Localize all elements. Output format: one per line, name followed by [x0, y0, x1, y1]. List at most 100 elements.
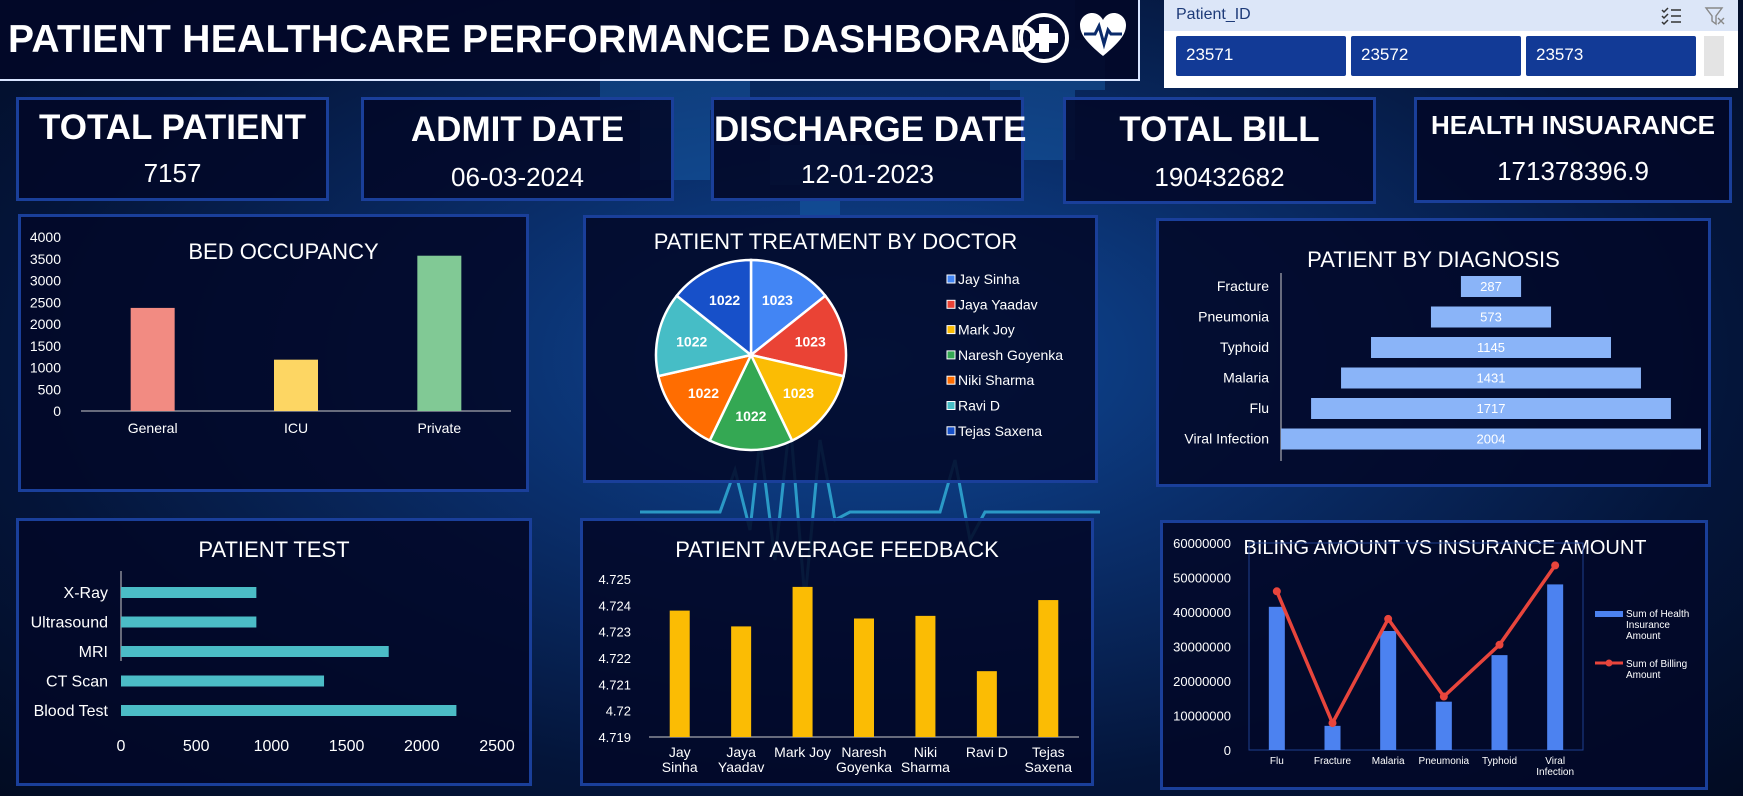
y-tick-label: CT Scan: [46, 674, 108, 691]
x-tick-label: Tejas: [1032, 744, 1065, 760]
bar: [1547, 584, 1564, 750]
x-tick-label: 2000: [404, 738, 440, 755]
y-tick-label: 4.722: [598, 651, 631, 666]
line-point: [1272, 587, 1281, 596]
y-tick-label: 10000000: [1173, 709, 1231, 724]
y-tick-label: 3000: [30, 273, 61, 289]
x-tick-label: Jaya: [726, 744, 756, 760]
y-tick-label: MRI: [79, 644, 108, 661]
x-tick-label: ICU: [284, 420, 308, 436]
legend-swatch: [946, 426, 956, 436]
kpi-total-patient: TOTAL PATIENT 7157: [16, 97, 329, 201]
slicer-header: Patient_ID: [1164, 0, 1738, 31]
slicer-title: Patient_ID: [1176, 6, 1251, 23]
kpi-label: TOTAL BILL: [1119, 110, 1320, 149]
y-tick-label: Blood Test: [34, 703, 109, 720]
y-tick-label: Typhoid: [1220, 339, 1269, 355]
kpi-value: 06-03-2024: [451, 162, 584, 192]
kpi-health-insurance: HEALTH INSUARANCE 171378396.9: [1414, 97, 1732, 203]
pie-data-label: 1022: [676, 333, 707, 349]
bar-data-label: 2004: [1477, 432, 1506, 447]
line-point: [1384, 614, 1393, 623]
kpi-label: HEALTH INSUARANCE: [1430, 110, 1716, 140]
y-tick-label: 0: [53, 403, 61, 419]
legend-label: Insurance: [1626, 620, 1670, 631]
x-tick-label: Infection: [1536, 767, 1574, 778]
doctor-pie-chart: 1023 1023 1023 1022 1022 1022 1022 Jay Sinha Jay…: [654, 258, 1063, 452]
bar: [121, 705, 457, 716]
slicer-scrollbar[interactable]: [1704, 36, 1724, 76]
clear-filter-icon[interactable]: [1704, 6, 1726, 26]
x-tick-label: Pneumonia: [1419, 756, 1470, 767]
bar: [792, 586, 813, 737]
bar: [854, 618, 874, 737]
x-tick-label: Jay: [669, 744, 691, 760]
x-tick-label: Typhoid: [1482, 756, 1517, 767]
multi-select-icon[interactable]: [1660, 6, 1682, 26]
y-tick-label: X-Ray: [64, 585, 108, 602]
y-tick-label: 30000000: [1173, 640, 1231, 655]
legend-label: Sum of Health: [1626, 609, 1689, 620]
billing-panel: BILING AMOUNT VS INSURANCE AMOUNT 0 10000…: [1160, 520, 1708, 790]
y-tick-label: 20000000: [1173, 674, 1231, 689]
bar: [1038, 600, 1059, 737]
legend-label: Tejas Saxena: [958, 423, 1042, 439]
bar: [976, 671, 997, 737]
patient-test-panel: PATIENT TEST X-Ray Ultrasound MRI CT Scan Bl…: [16, 518, 532, 786]
y-tick-label: Pneumonia: [1198, 309, 1269, 325]
y-tick-label: 4000: [30, 229, 61, 245]
legend-label: Niki Sharma: [958, 372, 1034, 388]
y-tick-label: Flu: [1250, 400, 1269, 416]
bar: [121, 587, 257, 598]
y-tick-label: 60000000: [1173, 536, 1231, 551]
bar-data-label: 287: [1480, 279, 1502, 294]
x-tick-label: 1500: [329, 738, 365, 755]
y-tick-label: 4.723: [598, 625, 631, 640]
x-tick-label: Ravi D: [966, 744, 1008, 760]
legend-label: Amount: [1626, 670, 1661, 681]
diagnosis-panel: PATIENT BY DIAGNOSIS 287 Fracture 573 Pneum…: [1156, 218, 1711, 487]
legend-swatch: [946, 375, 956, 385]
x-tick-label: 2500: [479, 738, 515, 755]
bar: [121, 675, 325, 687]
y-tick-label: 40000000: [1173, 605, 1231, 620]
kpi-value: 171378396.9: [1497, 156, 1649, 186]
y-tick-label: 4.719: [598, 730, 631, 745]
bar: [1491, 655, 1508, 750]
legend-label: Sum of Billing: [1626, 659, 1687, 670]
patient-test-chart: X-Ray Ultrasound MRI CT Scan Blood Test 0 500 1…: [31, 571, 515, 755]
patient-id-slicer: Patient_ID 23571 23572 23573: [1164, 0, 1738, 88]
slicer-item[interactable]: 23571: [1176, 36, 1346, 76]
y-tick-label: 0: [1224, 743, 1231, 758]
legend-label: Ravi D: [958, 398, 1000, 414]
y-tick-label: Ultrasound: [31, 615, 108, 632]
x-tick-label: 1000: [254, 738, 290, 755]
y-tick-label: 500: [38, 381, 62, 397]
pie-data-label: 1022: [709, 292, 740, 308]
bed-occupancy-chart: 0 500 1000 1500 2000 2500 3000 3500 4000 General I…: [30, 229, 511, 436]
series-line: [1275, 564, 1557, 728]
slicer-item[interactable]: 23572: [1351, 36, 1521, 76]
kpi-label: ADMIT DATE: [410, 110, 625, 149]
bar-data-label: 573: [1480, 310, 1502, 325]
bar: [121, 646, 389, 657]
y-tick-label: Viral Infection: [1184, 431, 1269, 447]
legend-swatch: [946, 299, 956, 309]
x-tick-label: Viral: [1545, 756, 1565, 767]
y-tick-label: 4.724: [598, 598, 631, 613]
bar: [1435, 701, 1452, 750]
pie-data-label: 1023: [783, 385, 814, 401]
bar: [274, 359, 318, 411]
kpi-value: 12-01-2023: [801, 159, 934, 189]
y-tick-label: Fracture: [1217, 278, 1269, 294]
legend-swatch: [946, 274, 956, 284]
diagnosis-funnel-chart: 287 Fracture 573 Pneumonia 1145 Typhoid 1431 Ma…: [1184, 273, 1701, 461]
bar: [1380, 630, 1397, 750]
slicer-item[interactable]: 23573: [1526, 36, 1696, 76]
legend-swatch: [946, 350, 956, 360]
feedback-panel: PATIENT AVERAGE FEEDBACK 4.719 4.72 4.721 4…: [580, 518, 1094, 786]
x-tick-label: Naresh: [841, 744, 886, 760]
y-tick-label: 1500: [30, 338, 61, 354]
page-title: PATIENT HEALTHCARE PERFORMANCE DASHBORAD: [8, 18, 1039, 61]
bar: [669, 610, 690, 737]
